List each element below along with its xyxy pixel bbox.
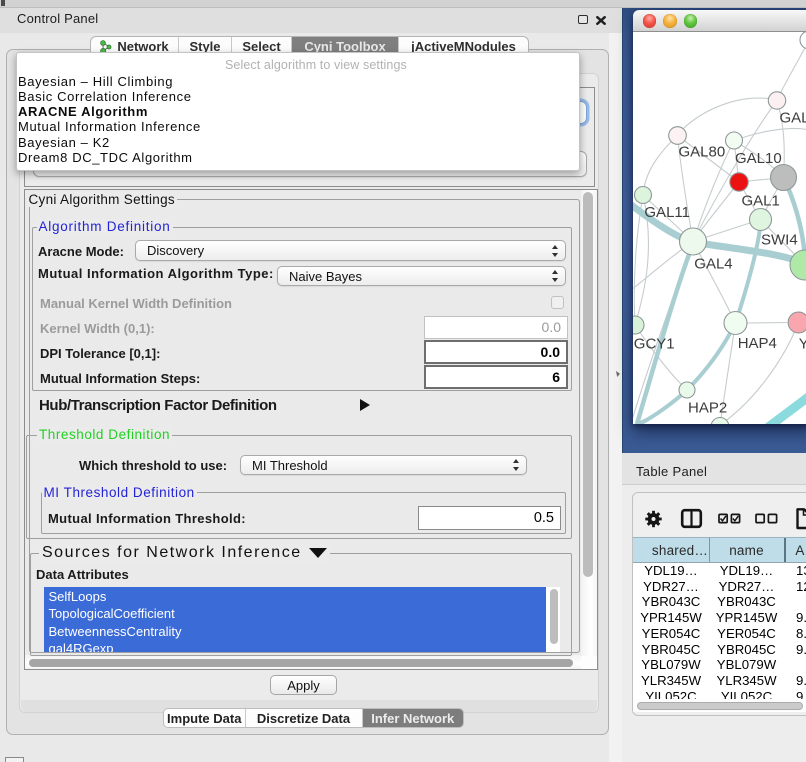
svg-text:GCY1: GCY1 <box>634 335 675 352</box>
svg-text:GAL7: GAL7 <box>780 109 806 126</box>
svg-text:GAL4: GAL4 <box>694 255 732 272</box>
svg-text:GAL80: GAL80 <box>679 143 726 160</box>
svg-text:GAL11: GAL11 <box>644 204 690 221</box>
svg-text:GAL10: GAL10 <box>735 150 782 167</box>
svg-text:GAL1: GAL1 <box>742 192 780 209</box>
svg-text:HAP2: HAP2 <box>688 399 727 416</box>
svg-text:Y: Y <box>799 335 806 352</box>
svg-text:HAP4: HAP4 <box>738 335 777 352</box>
svg-text:SWI4: SWI4 <box>761 231 798 248</box>
